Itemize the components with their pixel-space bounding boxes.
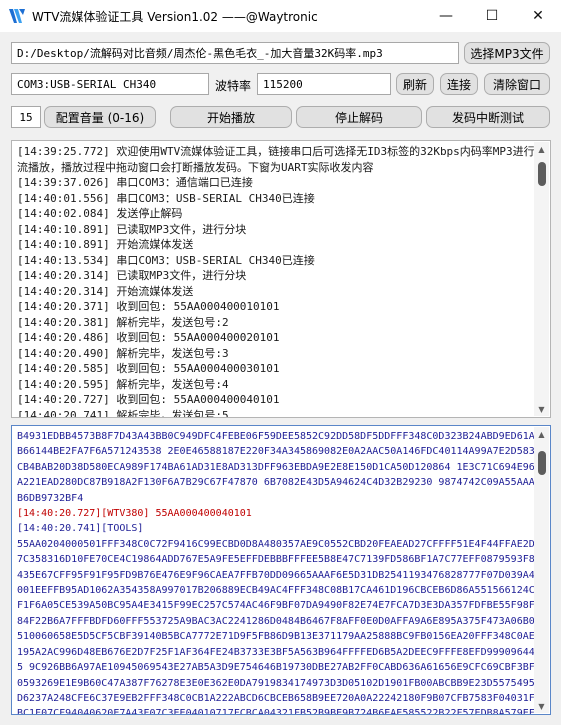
app-logo-icon bbox=[9, 9, 25, 23]
title-bar: WTV流媒体验证工具 Version1.02 ——@Waytronic — ☐ … bbox=[0, 0, 561, 32]
refresh-button[interactable]: 刷新 bbox=[396, 73, 434, 95]
log-line: [14:40:20.381] 解析完毕，发送包号:2 bbox=[17, 315, 229, 329]
config-volume-button[interactable]: 配置音量 (0-16) bbox=[44, 106, 156, 128]
maximize-button[interactable]: ☐ bbox=[469, 0, 515, 32]
log-panel[interactable]: [14:39:25.772] 欢迎使用WTV流媒体验证工具，链接串口后可选择无I… bbox=[11, 140, 551, 418]
uart-data-panel[interactable]: B4931EDBB4573B8F7D43A43BB0C949DFC4FEBE06… bbox=[11, 425, 551, 715]
maximize-icon: ☐ bbox=[485, 8, 499, 24]
uart-lines: B4931EDBB4573B8F7D43A43BB0C949DFC4FEBE06… bbox=[17, 429, 540, 715]
stop-decode-button[interactable]: 停止解码 bbox=[296, 106, 422, 128]
uart-tx-line: B4931EDBB4573B8F7D43A43BB0C949DFC4FEBE06… bbox=[17, 431, 535, 504]
log-line: [14:40:13.534] 串口COM3：USB-SERIAL CH340已连… bbox=[17, 253, 315, 267]
log-line: [14:40:20.314] 已读取MP3文件，进行分块 bbox=[17, 269, 247, 282]
select-mp3-button[interactable]: 选择MP3文件 bbox=[464, 42, 550, 64]
log-line: [14:39:37.026] 串口COM3：通信端口已连接 bbox=[17, 176, 253, 189]
log-line: [14:40:10.891] 开始流媒体发送 bbox=[17, 238, 194, 251]
minimize-icon: — bbox=[439, 8, 453, 24]
serial-port-value: COM3:USB-SERIAL CH340 bbox=[17, 77, 157, 91]
log-scrollbar[interactable]: ▲ ▼ bbox=[534, 142, 549, 416]
scroll-thumb[interactable] bbox=[538, 451, 546, 475]
uart-rx-line: [14:40:20.727][WTV380] 55AA000400040101 bbox=[17, 508, 252, 520]
log-line: [14:40:20.486] 收到回包: 55AA000400020101 bbox=[17, 331, 280, 344]
scroll-up-icon[interactable]: ▲ bbox=[534, 142, 549, 156]
log-line: [14:40:20.727] 收到回包: 55AA000400040101 bbox=[17, 393, 280, 406]
scroll-up-icon[interactable]: ▲ bbox=[534, 427, 549, 441]
minimize-button[interactable]: — bbox=[423, 0, 469, 32]
clear-window-button[interactable]: 清除窗口 bbox=[484, 73, 550, 95]
baud-rate-field[interactable]: 115200 bbox=[257, 73, 391, 95]
scroll-down-icon[interactable]: ▼ bbox=[534, 699, 549, 713]
window-title: WTV流媒体验证工具 Version1.02 ——@Waytronic bbox=[32, 10, 318, 24]
log-line: [14:40:20.490] 解析完毕，发送包号:3 bbox=[17, 346, 229, 360]
log-line: [14:40:02.084] 发送停止解码 bbox=[17, 207, 183, 220]
uart-tx-line: 55AA0204000501FFF348C0C72F9416C99ECBD0D8… bbox=[17, 538, 535, 715]
log-line: [14:40:01.556] 串口COM3：USB-SERIAL CH340已连… bbox=[17, 191, 315, 205]
uart-tx-line: [14:40:20.741][TOOLS] bbox=[17, 523, 144, 535]
uart-scrollbar[interactable]: ▲ ▼ bbox=[534, 427, 549, 713]
log-line: [14:39:25.772] 欢迎使用WTV流媒体验证工具，链接串口后可选择无I… bbox=[17, 145, 535, 174]
baud-rate-label: 波特率 bbox=[215, 79, 252, 93]
log-lines: [14:39:25.772] 欢迎使用WTV流媒体验证工具，链接串口后可选择无I… bbox=[17, 144, 537, 418]
log-line: [14:40:20.741] 解析完毕，发送包号:5 bbox=[17, 408, 229, 418]
interrupt-test-button[interactable]: 发码中断测试 bbox=[426, 106, 550, 128]
log-line: [14:40:10.891] 已读取MP3文件，进行分块 bbox=[17, 222, 247, 236]
log-line: [14:40:20.371] 收到回包: 55AA000400010101 bbox=[17, 300, 280, 313]
scroll-thumb[interactable] bbox=[538, 162, 546, 186]
scroll-down-icon[interactable]: ▼ bbox=[534, 402, 549, 416]
file-path-field[interactable]: D:/Desktop/流解码对比音频/周杰伦-黑色毛衣_-加大音量32K码率.m… bbox=[11, 42, 459, 64]
close-icon: ✕ bbox=[532, 8, 544, 24]
close-button[interactable]: ✕ bbox=[515, 0, 561, 32]
start-play-button[interactable]: 开始播放 bbox=[170, 106, 292, 128]
log-line: [14:40:20.314] 开始流媒体发送 bbox=[17, 284, 194, 298]
log-line: [14:40:20.595] 解析完毕，发送包号:4 bbox=[17, 377, 229, 391]
connect-button[interactable]: 连接 bbox=[440, 73, 478, 95]
volume-value-field[interactable]: 15 bbox=[11, 106, 41, 128]
serial-port-select[interactable]: COM3:USB-SERIAL CH340 bbox=[11, 73, 209, 95]
log-line: [14:40:20.585] 收到回包: 55AA000400030101 bbox=[17, 362, 280, 375]
